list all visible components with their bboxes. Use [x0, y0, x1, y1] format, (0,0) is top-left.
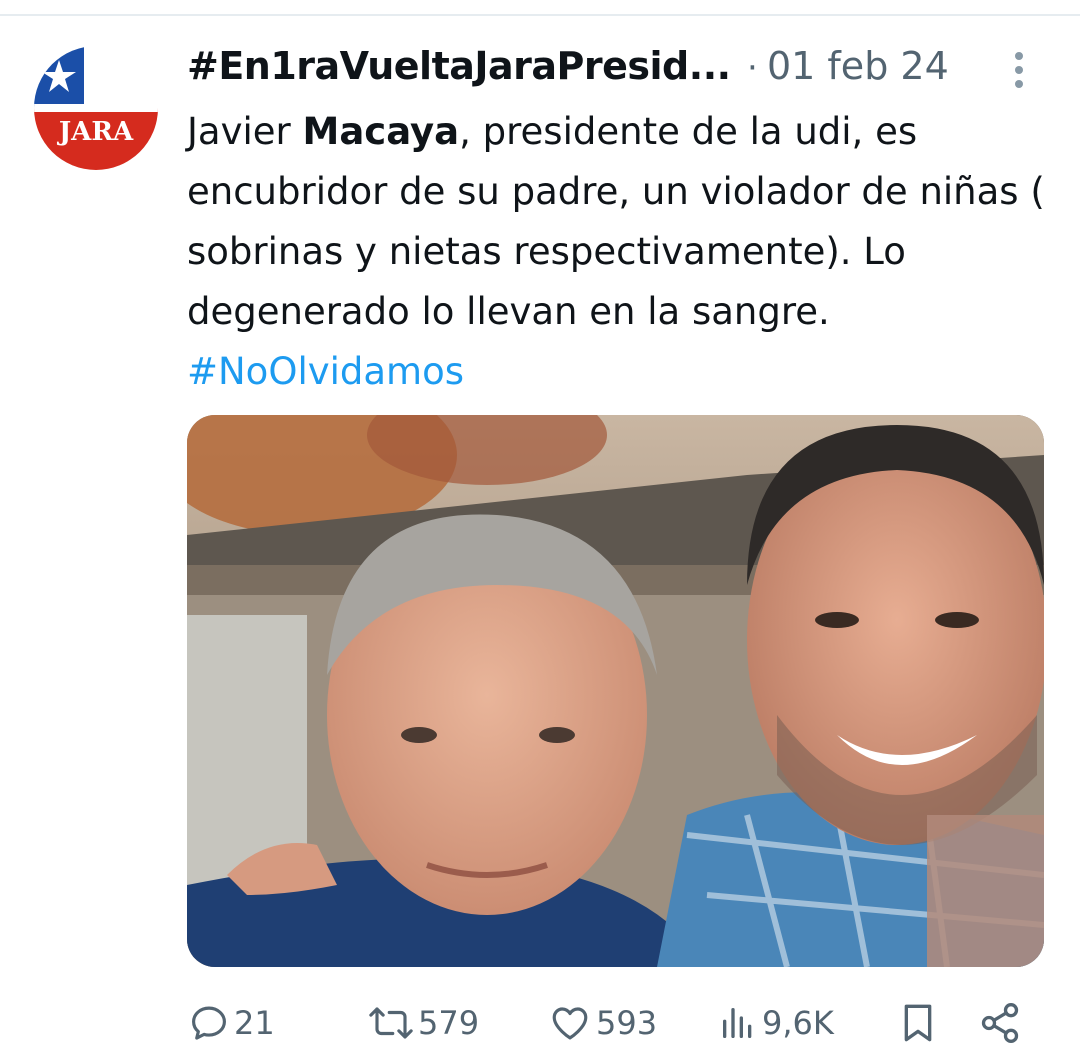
display-name[interactable]: #En1raVueltaJaraPresid... — [187, 44, 731, 88]
avatar[interactable]: JARA — [34, 46, 158, 170]
bookmark-button[interactable] — [898, 995, 938, 1051]
hashtag-link[interactable]: #NoOlvidamos — [187, 350, 464, 393]
share-icon — [981, 1003, 1019, 1043]
separator-dot: · — [747, 48, 758, 88]
bookmark-icon — [904, 1004, 932, 1042]
reply-count: 21 — [234, 1004, 275, 1042]
like-button[interactable]: 593 — [548, 995, 657, 1051]
heart-icon — [552, 1007, 588, 1040]
retweet-icon — [369, 1007, 413, 1039]
tweet-header: #En1raVueltaJaraPresid... · 01 feb 24 — [187, 38, 1047, 98]
views-button[interactable]: 9,6K — [718, 995, 834, 1051]
retweet-button[interactable]: 579 — [368, 995, 479, 1051]
chile-flag-avatar-image: JARA — [34, 46, 158, 170]
divider — [0, 14, 1080, 16]
more-options-icon[interactable] — [1005, 48, 1031, 92]
tweet-text: Javier Macaya, presidente de la udi, es … — [187, 102, 1047, 402]
reply-icon — [192, 1006, 226, 1040]
views-count: 9,6K — [762, 1004, 834, 1042]
tweet-text-bold: Macaya — [302, 110, 460, 153]
tweet-text-part: Javier — [187, 110, 303, 153]
tweet-photo[interactable] — [187, 415, 1044, 967]
like-count: 593 — [596, 1004, 658, 1042]
tweet-date[interactable]: 01 feb 24 — [767, 44, 949, 88]
tweet-action-bar: 21 579 593 9,6K — [0, 995, 1080, 1051]
retweet-count: 579 — [418, 1004, 480, 1042]
reply-button[interactable]: 21 — [188, 995, 275, 1051]
share-button[interactable] — [978, 995, 1022, 1051]
views-icon — [723, 1008, 752, 1038]
avatar-label: JARA — [57, 117, 134, 147]
